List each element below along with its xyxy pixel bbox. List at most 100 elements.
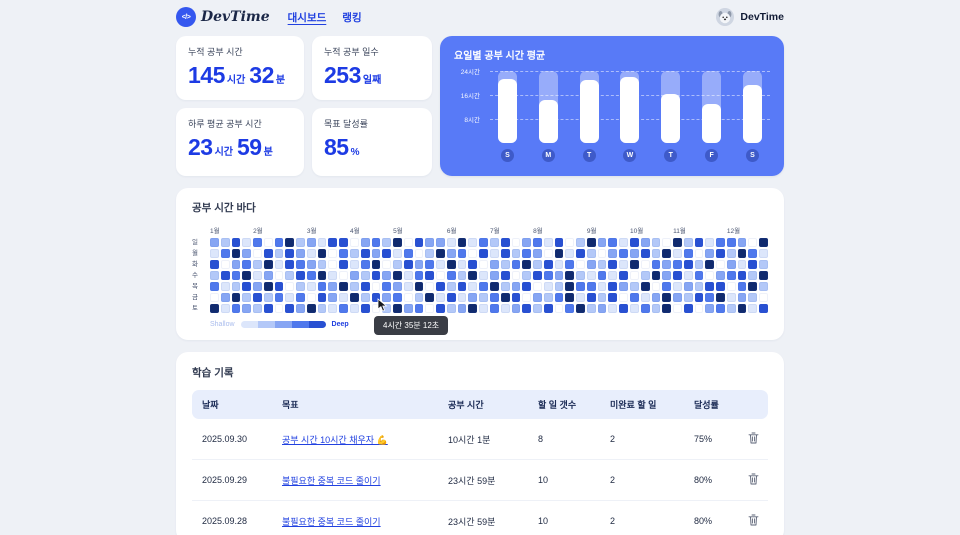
heatmap-cell[interactable] (306, 282, 316, 291)
heatmap-cell[interactable] (694, 293, 704, 302)
heatmap-cell[interactable] (328, 238, 338, 247)
heatmap-cell[interactable] (393, 271, 402, 280)
heatmap-cell[interactable] (726, 304, 736, 313)
heatmap-cell[interactable] (543, 293, 553, 302)
user-chip[interactable]: DevTime (716, 8, 784, 26)
heatmap-cell[interactable] (597, 271, 607, 280)
heatmap-cell[interactable] (554, 293, 564, 302)
heatmap-cell[interactable] (597, 304, 607, 313)
heatmap-cell[interactable] (220, 282, 230, 291)
heatmap-cell[interactable] (522, 293, 532, 302)
heatmap-cell[interactable] (253, 293, 262, 302)
heatmap-cell[interactable] (468, 260, 478, 269)
heatmap-cell[interactable] (263, 238, 273, 247)
heatmap-cell[interactable] (253, 304, 262, 313)
heatmap-cell[interactable] (360, 304, 370, 313)
heatmap-cell[interactable] (350, 304, 359, 313)
heatmap-cell[interactable] (716, 293, 725, 302)
heatmap-cell[interactable] (382, 249, 392, 258)
heatmap-cell[interactable] (619, 304, 628, 313)
heatmap-cell[interactable] (360, 260, 370, 269)
heatmap-cell[interactable] (253, 260, 262, 269)
heatmap-cell[interactable] (306, 271, 316, 280)
heatmap-cell[interactable] (683, 238, 693, 247)
heatmap-cell[interactable] (263, 249, 273, 258)
heatmap-cell[interactable] (533, 260, 542, 269)
heatmap-cell[interactable] (522, 249, 532, 258)
heatmap-cell[interactable] (350, 282, 359, 291)
heatmap-cell[interactable] (457, 249, 467, 258)
heatmap-cell[interactable] (522, 271, 532, 280)
heatmap-cell[interactable] (640, 293, 650, 302)
heatmap-cell[interactable] (586, 271, 596, 280)
heatmap-cell[interactable] (726, 238, 736, 247)
heatmap-cell[interactable] (565, 238, 575, 247)
heatmap-cell[interactable] (576, 238, 585, 247)
heatmap-cell[interactable] (673, 260, 682, 269)
heatmap-cell[interactable] (382, 282, 392, 291)
heatmap-cell[interactable] (285, 260, 295, 269)
heatmap-cell[interactable] (371, 249, 381, 258)
heatmap-cell[interactable] (543, 238, 553, 247)
heatmap-cell[interactable] (705, 293, 715, 302)
heatmap-cell[interactable] (737, 282, 747, 291)
heatmap-cell[interactable] (468, 293, 478, 302)
heatmap-cell[interactable] (274, 282, 284, 291)
heatmap-cell[interactable] (726, 260, 736, 269)
heatmap-cell[interactable] (446, 271, 456, 280)
heatmap-cell[interactable] (565, 271, 575, 280)
heatmap-cell[interactable] (716, 304, 725, 313)
heatmap-cell[interactable] (705, 260, 715, 269)
heatmap-cell[interactable] (694, 282, 704, 291)
heatmap-cell[interactable] (490, 271, 499, 280)
delete-record-button[interactable] (748, 432, 759, 444)
heatmap-cell[interactable] (490, 238, 499, 247)
heatmap-cell[interactable] (533, 249, 542, 258)
heatmap-cell[interactable] (737, 238, 747, 247)
heatmap-cell[interactable] (673, 271, 682, 280)
heatmap-cell[interactable] (317, 260, 327, 269)
heatmap-cell[interactable] (296, 249, 305, 258)
heatmap-cell[interactable] (317, 304, 327, 313)
heatmap-cell[interactable] (522, 238, 532, 247)
heatmap-cell[interactable] (500, 304, 510, 313)
heatmap-cell[interactable] (263, 260, 273, 269)
heatmap-cell[interactable] (306, 304, 316, 313)
heatmap-cell[interactable] (640, 304, 650, 313)
heatmap-cell[interactable] (210, 260, 219, 269)
heatmap-cell[interactable] (328, 282, 338, 291)
heatmap-cell[interactable] (350, 293, 359, 302)
heatmap-cell[interactable] (350, 260, 359, 269)
heatmap-cell[interactable] (608, 304, 618, 313)
heatmap-cell[interactable] (393, 304, 402, 313)
heatmap-cell[interactable] (716, 282, 725, 291)
heatmap-cell[interactable] (726, 271, 736, 280)
heatmap-cell[interactable] (619, 293, 628, 302)
heatmap-cell[interactable] (533, 271, 542, 280)
heatmap-cell[interactable] (716, 260, 725, 269)
heatmap-cell[interactable] (403, 271, 413, 280)
heatmap-cell[interactable] (242, 282, 252, 291)
heatmap-cell[interactable] (576, 282, 585, 291)
heatmap-cell[interactable] (651, 260, 661, 269)
heatmap-cell[interactable] (705, 304, 715, 313)
heatmap-cell[interactable] (511, 293, 521, 302)
heatmap-cell[interactable] (662, 238, 672, 247)
heatmap-cell[interactable] (597, 282, 607, 291)
heatmap-cell[interactable] (425, 282, 435, 291)
heatmap-cell[interactable] (565, 293, 575, 302)
heatmap-cell[interactable] (619, 282, 628, 291)
heatmap-cell[interactable] (457, 238, 467, 247)
nav-dashboard[interactable]: 대시보드 (288, 10, 327, 25)
heatmap-cell[interactable] (436, 260, 445, 269)
heatmap-cell[interactable] (630, 271, 639, 280)
heatmap-cell[interactable] (726, 282, 736, 291)
heatmap-cell[interactable] (285, 282, 295, 291)
heatmap-cell[interactable] (716, 238, 725, 247)
heatmap-cell[interactable] (371, 271, 381, 280)
heatmap-cell[interactable] (683, 260, 693, 269)
heatmap-cell[interactable] (737, 293, 747, 302)
heatmap-cell[interactable] (296, 260, 305, 269)
heatmap-cell[interactable] (586, 304, 596, 313)
goal-link[interactable]: 공부 시간 10시간 채우자 💪 (282, 435, 388, 445)
